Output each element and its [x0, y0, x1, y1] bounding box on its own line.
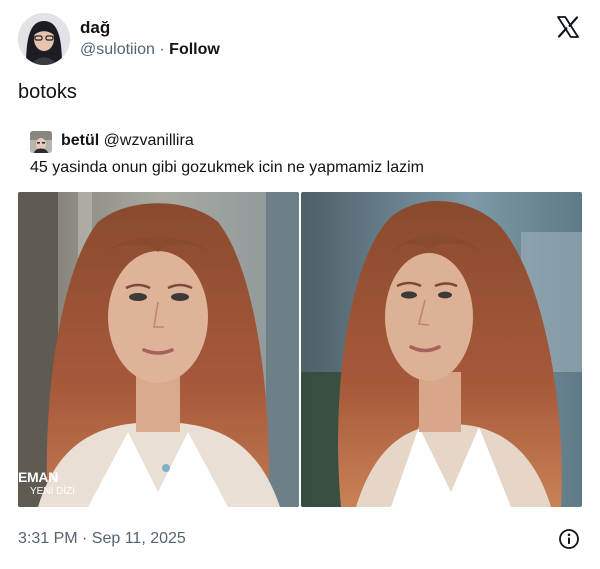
follow-button[interactable]: Follow	[169, 41, 220, 58]
separator-dot: ·	[154, 41, 170, 58]
author-handle[interactable]: @sulotiion	[80, 41, 155, 58]
quoted-handle[interactable]: @wzvanillira	[104, 132, 194, 149]
author-display-name[interactable]: dağ	[80, 18, 110, 38]
author-handle-line: @sulotiion · Follow	[80, 41, 220, 59]
media-watermark-subtitle: YENİ DİZİ	[30, 486, 76, 497]
tweet-header: dağ @sulotiion · Follow	[18, 12, 586, 68]
info-icon[interactable]	[558, 528, 580, 550]
tweet-timestamp[interactable]: 3:31 PM · Sep 11, 2025	[18, 530, 186, 548]
tweet-text: botoks	[18, 81, 77, 103]
media-image-right[interactable]	[301, 192, 582, 507]
media-watermark-title: EMAN	[18, 469, 59, 485]
quoted-tweet-text: 45 yasinda onun gibi gozukmek icin ne ya…	[30, 159, 424, 176]
author-avatar[interactable]	[18, 13, 70, 65]
media-image-left[interactable]	[18, 192, 299, 507]
quoted-author-avatar[interactable]	[30, 131, 52, 153]
quoted-tweet-header: betül @wzvanillira	[61, 132, 194, 150]
x-logo-icon[interactable]	[556, 15, 580, 39]
quoted-display-name[interactable]: betül	[61, 132, 99, 149]
